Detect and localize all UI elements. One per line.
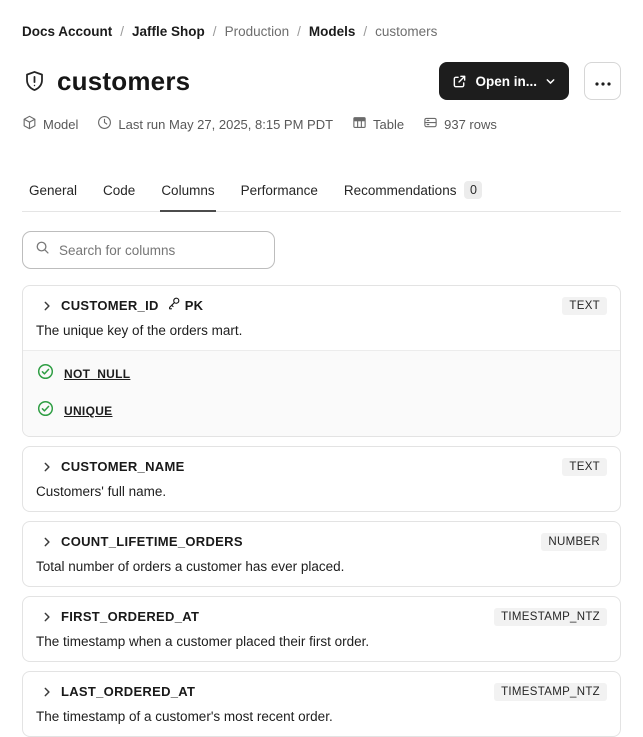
cube-icon [22, 115, 37, 133]
open-in-button[interactable]: Open in... [439, 62, 569, 100]
breadcrumb-item-customers[interactable]: customers [375, 24, 437, 39]
tab-label: Code [103, 182, 136, 198]
chevron-right-icon[interactable] [41, 461, 53, 473]
tab-label: Recommendations [343, 182, 457, 198]
test-link-not_null[interactable]: NOT_NULL [64, 367, 130, 381]
pk-label: PK [184, 298, 204, 313]
test-row: UNIQUE [37, 400, 606, 422]
column-description: Customers' full name. [36, 484, 167, 499]
model-page: Docs Account / Jaffle Shop / Production … [0, 0, 643, 737]
primary-key-indicator: PK [167, 296, 204, 315]
breadcrumb-item-jaffle-shop[interactable]: Jaffle Shop [132, 24, 205, 39]
tab-badge: 0 [464, 181, 483, 199]
clock-icon [97, 115, 112, 133]
column-header[interactable]: FIRST_ORDERED_AT TIMESTAMP_NTZ [36, 606, 607, 627]
more-button[interactable] [584, 62, 621, 100]
column-type-badge: TEXT [562, 296, 607, 315]
column-card-main: CUSTOMER_ID PK TEXT The unique key of th… [23, 286, 620, 350]
column-name: COUNT_LIFETIME_ORDERS [61, 534, 243, 549]
column-name: LAST_ORDERED_AT [61, 684, 196, 699]
column-description: The unique key of the orders mart. [36, 323, 243, 338]
search-input[interactable] [59, 242, 262, 258]
column-header[interactable]: CUSTOMER_NAME TEXT [36, 456, 607, 477]
test-row: NOT_NULL [37, 363, 606, 385]
breadcrumb: Docs Account / Jaffle Shop / Production … [22, 24, 621, 39]
breadcrumb-separator: / [297, 24, 301, 39]
column-type-badge: TIMESTAMP_NTZ [494, 682, 607, 701]
column-card-main: CUSTOMER_NAME TEXT Customers' full name. [23, 447, 620, 511]
database-rows-icon [423, 115, 438, 133]
column-tests: NOT_NULL UNIQUE [23, 350, 620, 436]
external-link-icon [452, 74, 467, 89]
open-in-label: Open in... [475, 73, 537, 89]
key-icon [167, 296, 181, 315]
meta-row-count-label: 937 rows [444, 116, 497, 132]
page-header: customers Open in... [22, 60, 621, 102]
search-box [22, 231, 275, 269]
column-type-badge: TEXT [562, 457, 607, 476]
tab-code[interactable]: Code [102, 179, 136, 212]
page-title: customers [57, 65, 191, 96]
breadcrumb-item-production[interactable]: Production [225, 24, 290, 39]
column-card-main: COUNT_LIFETIME_ORDERS NUMBER Total numbe… [23, 522, 620, 586]
check-circle-icon [37, 363, 54, 385]
tab-bar: General Code Columns Performance Recomme… [22, 179, 621, 212]
meta-resource-type-label: Model [43, 116, 79, 132]
breadcrumb-item-models[interactable]: Models [309, 24, 356, 39]
breadcrumb-separator: / [212, 24, 217, 39]
column-description: Total number of orders a customer has ev… [36, 559, 345, 574]
meta-last-run: Last run May 27, 2025, 8:15 PM PDT [97, 115, 333, 133]
chevron-right-icon[interactable] [41, 536, 53, 548]
column-description: The timestamp of a customer's most recen… [36, 709, 333, 724]
chevron-down-icon [545, 76, 556, 87]
tab-label: General [29, 182, 78, 198]
column-type-badge: TIMESTAMP_NTZ [494, 607, 607, 626]
breadcrumb-item-docs-account[interactable]: Docs Account [22, 24, 112, 39]
column-name: FIRST_ORDERED_AT [61, 609, 200, 624]
breadcrumb-separator: / [363, 24, 368, 39]
shield-alert-icon [22, 69, 47, 94]
column-header[interactable]: CUSTOMER_ID PK TEXT [36, 295, 607, 316]
chevron-right-icon[interactable] [41, 611, 53, 623]
meta-materialization: Table [352, 115, 404, 133]
header-actions: Open in... [439, 62, 621, 100]
column-description: The timestamp when a customer placed the… [36, 634, 370, 649]
table-icon [352, 115, 367, 133]
tab-columns[interactable]: Columns [160, 179, 216, 212]
column-card-first_ordered_at: FIRST_ORDERED_AT TIMESTAMP_NTZ The times… [22, 596, 621, 662]
ellipsis-icon [594, 74, 611, 89]
column-card-last_ordered_at: LAST_ORDERED_AT TIMESTAMP_NTZ The timest… [22, 671, 621, 737]
breadcrumb-separator: / [120, 24, 125, 39]
check-circle-icon [37, 400, 54, 422]
meta-materialization-label: Table [373, 116, 405, 132]
chevron-right-icon[interactable] [41, 300, 53, 312]
columns-list: CUSTOMER_ID PK TEXT The unique key of th… [22, 285, 621, 737]
column-card-customer_name: CUSTOMER_NAME TEXT Customers' full name. [22, 446, 621, 512]
column-header[interactable]: LAST_ORDERED_AT TIMESTAMP_NTZ [36, 681, 607, 702]
meta-row: Model Last run May 27, 2025, 8:15 PM PDT [22, 115, 621, 133]
column-name: CUSTOMER_ID [61, 298, 159, 313]
test-link-unique[interactable]: UNIQUE [64, 404, 112, 418]
tab-label: Columns [161, 182, 215, 198]
column-card-main: LAST_ORDERED_AT TIMESTAMP_NTZ The timest… [23, 672, 620, 736]
column-type-badge: NUMBER [541, 532, 607, 551]
column-card-main: FIRST_ORDERED_AT TIMESTAMP_NTZ The times… [23, 597, 620, 661]
column-card-customer_id: CUSTOMER_ID PK TEXT The unique key of th… [22, 285, 621, 437]
meta-row-count: 937 rows [423, 115, 497, 133]
tab-recommendations[interactable]: Recommendations 0 [343, 179, 484, 212]
tab-label: Performance [240, 182, 318, 198]
tab-performance[interactable]: Performance [240, 179, 319, 212]
chevron-right-icon[interactable] [41, 686, 53, 698]
column-header[interactable]: COUNT_LIFETIME_ORDERS NUMBER [36, 531, 607, 552]
meta-last-run-label: Last run May 27, 2025, 8:15 PM PDT [118, 116, 334, 132]
column-card-count_lifetime_orders: COUNT_LIFETIME_ORDERS NUMBER Total numbe… [22, 521, 621, 587]
search-icon [35, 240, 50, 260]
meta-resource-type: Model [22, 115, 78, 133]
tab-general[interactable]: General [28, 179, 78, 212]
column-name: CUSTOMER_NAME [61, 459, 185, 474]
